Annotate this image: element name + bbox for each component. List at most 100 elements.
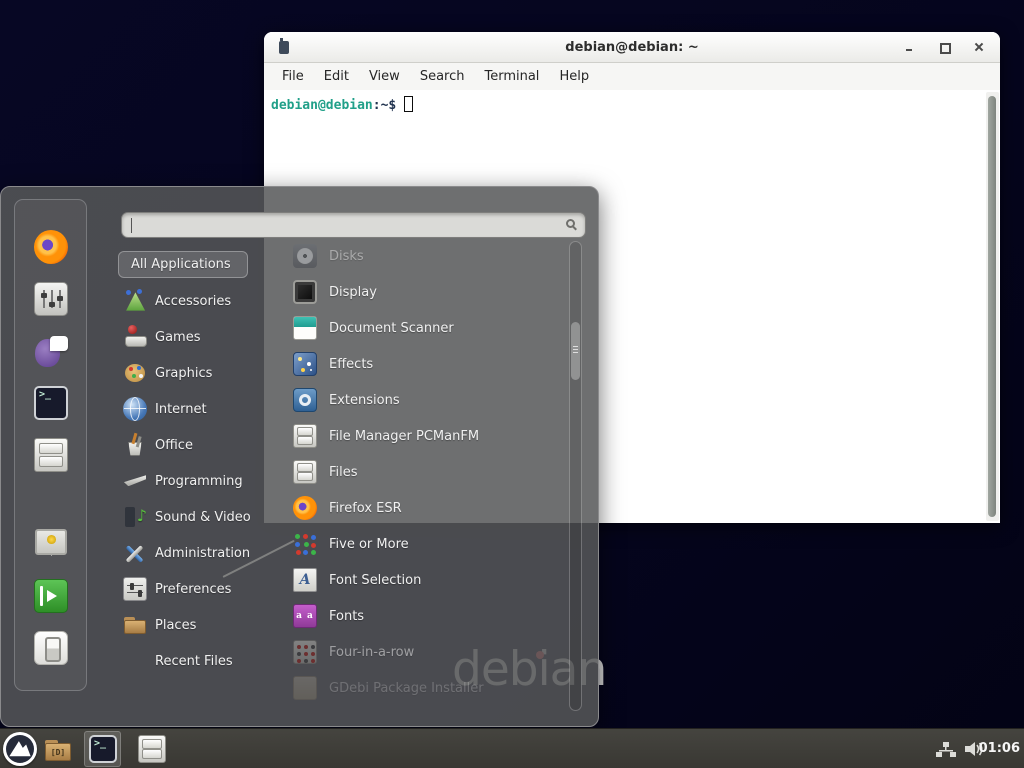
app-document-scanner[interactable]: Document Scanner (279, 310, 565, 346)
shutdown-icon (34, 631, 68, 665)
taskbar: [D] 01:06 (0, 728, 1024, 768)
category-programming[interactable]: Programming (105, 463, 289, 499)
menu-view[interactable]: View (359, 63, 410, 90)
start-menu-icon (3, 732, 37, 766)
clock[interactable]: 01:06 (979, 729, 1020, 768)
menu-search[interactable]: Search (410, 63, 475, 90)
system-tray (936, 729, 984, 768)
menu-scrollbar-thumb[interactable] (571, 322, 580, 380)
file-cabinet-icon (293, 460, 317, 484)
category-accessories[interactable]: Accessories (105, 283, 289, 319)
app-fonts[interactable]: Fonts (279, 598, 565, 634)
search-icon (566, 219, 575, 228)
category-preferences[interactable]: Preferences (105, 571, 289, 607)
app-files[interactable]: Files (279, 454, 565, 490)
app-gdebi-package-installer[interactable]: GDebi Package Installer (279, 670, 565, 706)
favorite-logout[interactable] (34, 579, 68, 613)
font-selection-icon (293, 568, 317, 592)
menu-file[interactable]: File (272, 63, 314, 90)
app-disks[interactable]: Disks (279, 238, 565, 274)
category-administration[interactable]: Administration (105, 535, 289, 571)
category-sound-video[interactable]: Sound & Video (105, 499, 289, 535)
favorite-firefox[interactable] (34, 230, 68, 264)
gdebi-icon (293, 676, 317, 700)
internet-icon (123, 397, 147, 421)
category-internet[interactable]: Internet (105, 391, 289, 427)
app-font-selection[interactable]: Font Selection (279, 562, 565, 598)
favorite-pidgin[interactable] (34, 334, 68, 368)
minimize-button[interactable] (902, 40, 916, 54)
app-extensions[interactable]: Extensions (279, 382, 565, 418)
app-firefox-esr[interactable]: Firefox ESR (279, 490, 565, 526)
places-icon (123, 613, 147, 637)
file-cabinet-icon (34, 438, 68, 472)
four-in-a-row-icon (293, 640, 317, 664)
folder-d-mark: [D] (43, 748, 73, 757)
menu-button[interactable] (3, 732, 37, 768)
favorite-terminal[interactable] (34, 386, 68, 420)
terminal-titlebar[interactable]: debian@debian: ~ (264, 32, 1000, 63)
office-icon (123, 433, 147, 457)
extensions-icon (293, 388, 317, 412)
file-cabinet-icon (138, 735, 166, 763)
preferences-icon (123, 577, 147, 601)
terminal-taskbar-button[interactable] (84, 731, 121, 767)
menu-terminal[interactable]: Terminal (474, 63, 549, 90)
terminal-icon (89, 735, 117, 763)
favorite-files[interactable] (34, 438, 68, 472)
firefox-icon (34, 230, 68, 264)
text-cursor (131, 218, 132, 233)
app-five-or-more[interactable]: Five or More (279, 526, 565, 562)
desktop: debian debian@debian: ~ File Edit View S… (0, 0, 1024, 768)
pidgin-icon (34, 334, 68, 368)
five-or-more-icon (293, 532, 317, 556)
app-display[interactable]: Display (279, 274, 565, 310)
category-list: All Applications Accessories Games Graph… (105, 247, 289, 679)
terminal-scrollbar[interactable] (986, 92, 999, 521)
display-icon (293, 280, 317, 304)
app-four-in-a-row[interactable]: Four-in-a-row (279, 634, 565, 670)
favorite-lock-screen[interactable] (34, 527, 68, 561)
category-graphics[interactable]: Graphics (105, 355, 289, 391)
administration-icon (123, 541, 147, 565)
application-list: Disks Display Document Scanner Effects E… (279, 238, 565, 706)
app-file-manager-pcmanfm[interactable]: File Manager PCManFM (279, 418, 565, 454)
terminal-icon (34, 386, 68, 420)
files-launcher[interactable] (138, 735, 166, 767)
application-menu: All Applications Accessories Games Graph… (0, 186, 599, 727)
fonts-icon (293, 604, 317, 628)
favorite-shutdown[interactable] (34, 631, 68, 665)
menu-search-input[interactable] (121, 212, 586, 238)
file-cabinet-icon (293, 424, 317, 448)
category-recent-files[interactable]: Recent Files (105, 643, 289, 679)
close-button[interactable] (972, 40, 986, 54)
terminal-menubar: File Edit View Search Terminal Help (264, 63, 1000, 90)
prompt-path: :~$ (373, 98, 396, 113)
games-icon (123, 325, 147, 349)
category-games[interactable]: Games (105, 319, 289, 355)
menu-edit[interactable]: Edit (314, 63, 359, 90)
firefox-icon (293, 496, 317, 520)
category-office[interactable]: Office (105, 427, 289, 463)
maximize-button[interactable] (937, 40, 951, 54)
accessories-icon (123, 289, 147, 313)
control-center-icon (34, 282, 68, 316)
app-effects[interactable]: Effects (279, 346, 565, 382)
document-scanner-icon (293, 316, 317, 340)
prompt-user-host: debian@debian (271, 98, 373, 113)
folder-launcher[interactable]: [D] (43, 735, 73, 768)
favorite-control-center[interactable] (34, 282, 68, 316)
terminal-cursor (404, 96, 413, 112)
menu-scrollbar[interactable] (569, 241, 582, 711)
category-all-applications[interactable]: All Applications (118, 251, 248, 278)
terminal-scrollbar-thumb[interactable] (988, 96, 996, 517)
category-places[interactable]: Places (105, 607, 289, 643)
shell-prompt: debian@debian:~$ (271, 96, 1000, 113)
programming-icon (123, 469, 147, 493)
logout-icon (34, 579, 68, 613)
window-title: debian@debian: ~ (264, 32, 1000, 63)
screensaver-icon (34, 527, 68, 561)
graphics-icon (123, 361, 147, 385)
network-icon[interactable] (936, 742, 956, 757)
menu-help[interactable]: Help (549, 63, 599, 90)
